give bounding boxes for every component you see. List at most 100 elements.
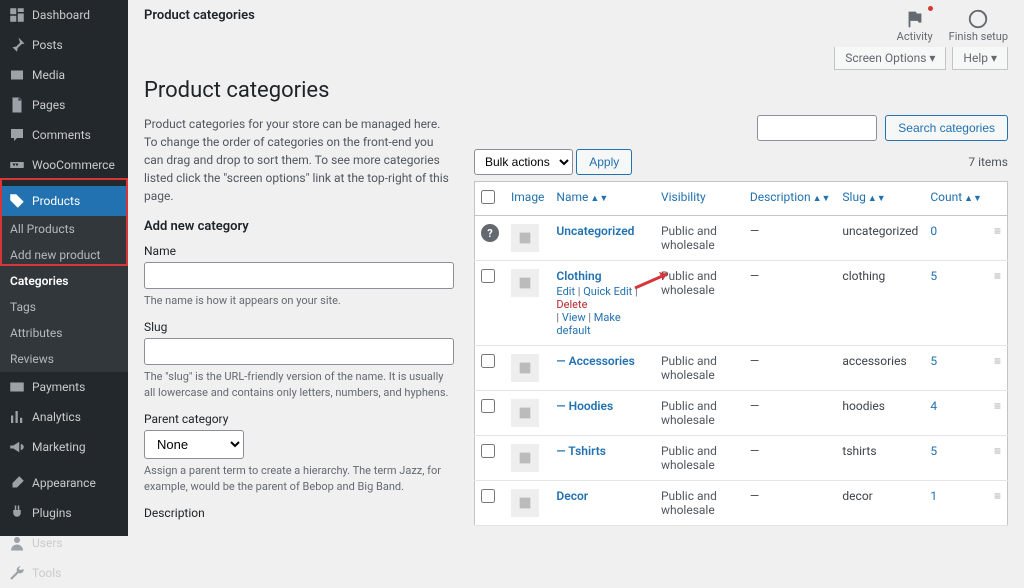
col-description-sort[interactable]: Description▲▼ (750, 190, 831, 204)
sidebar-item-comments[interactable]: Comments (0, 120, 128, 150)
view-link[interactable]: View (562, 311, 586, 324)
quick-edit-link[interactable]: Quick Edit (583, 285, 632, 298)
search-input[interactable] (757, 115, 877, 141)
sidebar-item-label: Appearance (32, 476, 96, 490)
drag-handle[interactable]: ≡ (988, 216, 1008, 261)
admin-sidebar: Dashboard Posts Media Pages Comments WooComme… (0, 0, 128, 536)
drag-handle[interactable]: ≡ (988, 346, 1008, 391)
breadcrumb: Product categories (144, 8, 255, 23)
count-link[interactable]: 5 (930, 444, 937, 458)
row-checkbox[interactable] (481, 354, 495, 368)
col-name-sort[interactable]: Name▲▼ (556, 190, 608, 204)
col-visibility: Visibility (655, 182, 744, 216)
media-icon (8, 66, 26, 84)
slug-help: The "slug" is the URL-friendly version o… (144, 369, 454, 400)
count-link[interactable]: 0 (930, 224, 937, 238)
name-input[interactable] (144, 262, 454, 289)
finish-setup-button[interactable]: Finish setup (949, 8, 1008, 43)
visibility-cell: Public and wholesale (655, 391, 744, 436)
slug-input[interactable] (144, 338, 454, 365)
sidebar-sub-all-products[interactable]: All Products (0, 216, 128, 242)
count-link[interactable]: 4 (930, 399, 937, 413)
sidebar-sub-tags[interactable]: Tags (0, 294, 128, 320)
sidebar-item-plugins[interactable]: Plugins (0, 498, 128, 528)
row-checkbox[interactable] (481, 444, 495, 458)
sidebar-sub-attributes[interactable]: Attributes (0, 320, 128, 346)
sidebar-item-posts[interactable]: Posts (0, 30, 128, 60)
add-category-heading: Add new category (144, 219, 454, 234)
tag-icon (8, 192, 26, 210)
help-tab[interactable]: Help ▾ (952, 47, 1008, 70)
woo-icon (8, 156, 26, 174)
flag-icon (904, 8, 926, 30)
thumbnail (511, 224, 539, 252)
count-link[interactable]: 1 (930, 489, 937, 503)
sidebar-item-label: Media (32, 68, 65, 82)
visibility-cell: Public and wholesale (655, 436, 744, 481)
col-count-sort[interactable]: Count▲▼ (930, 190, 982, 204)
progress-icon (967, 8, 989, 30)
category-name-link[interactable]: Decor (556, 489, 588, 503)
select-all-checkbox[interactable] (481, 190, 495, 204)
description-cell: — (744, 216, 837, 261)
table-row: ?UncategorizedPublic and wholesale—uncat… (475, 216, 1008, 261)
count-link[interactable]: 5 (930, 354, 937, 368)
row-checkbox[interactable] (481, 269, 495, 283)
drag-handle[interactable]: ≡ (988, 391, 1008, 436)
count-link[interactable]: 5 (930, 269, 937, 283)
sidebar-item-marketing[interactable]: Marketing (0, 432, 128, 462)
delete-link[interactable]: Delete (556, 298, 587, 311)
search-button[interactable]: Search categories (885, 115, 1008, 141)
sidebar-item-label: Comments (32, 128, 91, 142)
sidebar-sub-reviews[interactable]: Reviews (0, 346, 128, 372)
left-column: Product categories for your store can be… (144, 115, 454, 532)
sidebar-item-payments[interactable]: Payments (0, 372, 128, 402)
screen-options-tab[interactable]: Screen Options ▾ (834, 47, 946, 70)
category-name-link[interactable]: — Accessories (556, 354, 634, 368)
category-name-link[interactable]: — Tshirts (556, 444, 606, 458)
drag-handle[interactable]: ≡ (988, 436, 1008, 481)
bulk-actions-select[interactable]: Bulk actions (474, 149, 573, 175)
thumbnail (511, 399, 539, 427)
sidebar-item-label: Users (32, 536, 63, 550)
brush-icon (8, 474, 26, 492)
slug-cell: hoodies (836, 391, 924, 436)
sidebar-item-woocommerce[interactable]: WooCommerce (0, 150, 128, 180)
category-name-link[interactable]: Uncategorized (556, 224, 634, 238)
slug-label: Slug (144, 320, 454, 334)
sidebar-item-dashboard[interactable]: Dashboard (0, 0, 128, 30)
sidebar-item-label: Posts (32, 38, 63, 52)
thumbnail (511, 444, 539, 472)
drag-handle[interactable]: ≡ (988, 261, 1008, 346)
parent-select[interactable]: None (144, 430, 244, 459)
sidebar-item-analytics[interactable]: Analytics (0, 402, 128, 432)
activity-button[interactable]: Activity (897, 8, 933, 43)
sidebar-item-label: Plugins (32, 506, 72, 520)
edit-link[interactable]: Edit (556, 285, 575, 298)
sidebar-sub-categories[interactable]: Categories (0, 268, 128, 294)
parent-help: Assign a parent term to create a hierarc… (144, 463, 454, 494)
page-title: Product categories (144, 78, 1008, 103)
col-image: Image (505, 182, 550, 216)
thumbnail (511, 354, 539, 382)
slug-cell: accessories (836, 346, 924, 391)
apply-button[interactable]: Apply (576, 149, 632, 175)
category-name-link[interactable]: — Hoodies (556, 399, 613, 413)
category-name-link[interactable]: Clothing (556, 269, 601, 283)
sidebar-item-media[interactable]: Media (0, 60, 128, 90)
sidebar-item-users[interactable]: Users (0, 528, 128, 558)
row-checkbox[interactable] (481, 489, 495, 503)
col-slug-sort[interactable]: Slug▲▼ (842, 190, 885, 204)
table-row: DecorPublic and wholesale—decor1≡ (475, 481, 1008, 526)
row-checkbox[interactable] (481, 399, 495, 413)
help-icon[interactable]: ? (481, 224, 499, 242)
sidebar-item-appearance[interactable]: Appearance (0, 468, 128, 498)
sidebar-item-tools[interactable]: Tools (0, 558, 128, 588)
sidebar-item-pages[interactable]: Pages (0, 90, 128, 120)
sidebar-item-products[interactable]: Products (0, 186, 128, 216)
drag-handle[interactable]: ≡ (988, 481, 1008, 526)
sidebar-item-label: Products (32, 194, 80, 208)
sidebar-item-label: Dashboard (32, 8, 90, 22)
sidebar-sub-add-new-product[interactable]: Add new product (0, 242, 128, 268)
sidebar-item-label: WooCommerce (32, 158, 115, 172)
